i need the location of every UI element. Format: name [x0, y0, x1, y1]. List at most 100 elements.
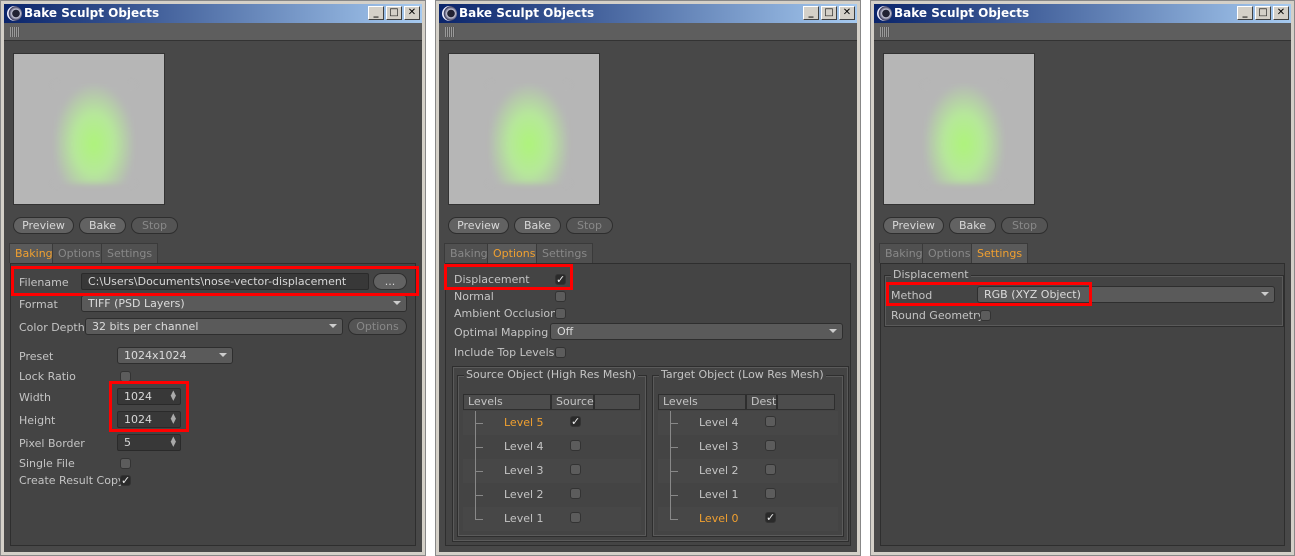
- tab-settings[interactable]: Settings: [101, 243, 159, 263]
- options-button[interactable]: Options: [348, 318, 407, 335]
- level-label: Level 1: [504, 512, 544, 525]
- dest-checkbox[interactable]: [765, 488, 776, 499]
- format-dropdown[interactable]: TIFF (PSD Layers): [81, 295, 407, 312]
- window-title: Bake Sculpt Objects: [459, 6, 595, 20]
- highlight-box: [11, 266, 419, 296]
- tab-settings[interactable]: Settings: [971, 243, 1029, 263]
- round-geometry-checkbox[interactable]: [980, 310, 991, 321]
- bake-preview-image: [13, 53, 165, 205]
- preset-label: Preset: [19, 350, 54, 363]
- optimal-mapping-dropdown[interactable]: Off: [550, 323, 843, 340]
- level-label: Level 1: [699, 488, 739, 501]
- source-checkbox[interactable]: [570, 464, 581, 475]
- stop-button[interactable]: Stop: [131, 217, 178, 234]
- title-bar[interactable]: Bake Sculpt Objects _ □ ✕: [874, 4, 1291, 23]
- include-top-levels-checkbox[interactable]: [555, 347, 566, 358]
- optimal-mapping-value: Off: [557, 325, 574, 338]
- maximize-button[interactable]: □: [1255, 6, 1271, 20]
- close-button[interactable]: ✕: [839, 6, 855, 20]
- create-result-copy-label: Create Result Copy: [19, 474, 125, 487]
- preset-value: 1024x1024: [124, 349, 187, 362]
- pixel-border-label: Pixel Border: [19, 437, 85, 450]
- source-checkbox[interactable]: [570, 488, 581, 499]
- bake-button[interactable]: Bake: [949, 217, 996, 234]
- create-result-copy-checkbox[interactable]: ✓: [120, 475, 131, 486]
- window-title: Bake Sculpt Objects: [24, 6, 160, 20]
- maximize-button[interactable]: □: [821, 6, 837, 20]
- source-column-header[interactable]: Source: [551, 394, 594, 410]
- highlight-box: [444, 264, 573, 290]
- stop-button[interactable]: Stop: [1001, 217, 1048, 234]
- normal-label: Normal: [454, 290, 494, 303]
- bake-preview-image: [883, 53, 1035, 205]
- level-row[interactable]: Level 3: [463, 459, 641, 483]
- color-depth-dropdown[interactable]: 32 bits per channel: [85, 318, 343, 335]
- preview-button[interactable]: Preview: [883, 217, 944, 234]
- bake-button[interactable]: Bake: [79, 217, 126, 234]
- dest-checkbox[interactable]: [765, 440, 776, 451]
- bake-window-baking: Bake Sculpt Objects _ □ ✕ Preview Bake Sto…: [0, 0, 426, 556]
- source-object-group: Source Object (High Res Mesh) Levels Sou…: [457, 368, 647, 537]
- tab-options[interactable]: Options: [922, 243, 977, 263]
- dest-checkbox[interactable]: [765, 416, 776, 427]
- chevron-down-icon: [829, 329, 837, 333]
- target-object-title: Target Object (Low Res Mesh): [659, 368, 826, 381]
- grip-icon[interactable]: [880, 27, 890, 37]
- format-label: Format: [19, 298, 58, 311]
- source-object-title: Source Object (High Res Mesh): [464, 368, 639, 381]
- window-title: Bake Sculpt Objects: [894, 6, 1030, 20]
- levels-column-header[interactable]: Levels: [658, 394, 746, 410]
- chevron-down-icon: [393, 301, 401, 305]
- level-row[interactable]: Level 5 ✓: [463, 411, 641, 435]
- close-button[interactable]: ✕: [404, 6, 420, 20]
- pixel-border-input[interactable]: 5 ▲ ▼: [117, 434, 181, 451]
- tab-settings[interactable]: Settings: [536, 243, 594, 263]
- source-checkbox[interactable]: [570, 512, 581, 523]
- chevron-down-icon: [1261, 292, 1269, 296]
- single-file-checkbox[interactable]: [120, 458, 131, 469]
- chevron-down-icon: [219, 353, 227, 357]
- normal-checkbox[interactable]: [555, 291, 566, 302]
- format-value: TIFF (PSD Layers): [88, 297, 185, 310]
- level-row[interactable]: Level 4: [658, 411, 838, 435]
- level-row[interactable]: Level 1: [463, 507, 641, 531]
- tab-options[interactable]: Options: [487, 243, 542, 263]
- minimize-button[interactable]: _: [368, 6, 384, 20]
- dest-checkbox[interactable]: [765, 464, 776, 475]
- level-row[interactable]: Level 3: [658, 435, 838, 459]
- stop-button[interactable]: Stop: [566, 217, 613, 234]
- level-row[interactable]: Level 2: [658, 459, 838, 483]
- tab-options[interactable]: Options: [52, 243, 107, 263]
- level-row[interactable]: Level 0 ✓: [658, 507, 838, 531]
- preview-button[interactable]: Preview: [448, 217, 509, 234]
- title-bar[interactable]: Bake Sculpt Objects _ □ ✕: [4, 4, 422, 23]
- optimal-mapping-label: Optimal Mapping: [454, 326, 549, 339]
- close-button[interactable]: ✕: [1273, 6, 1289, 20]
- bake-window-settings: Bake Sculpt Objects _ □ ✕ Preview Bake Sto…: [870, 0, 1295, 556]
- target-object-group: Target Object (Low Res Mesh) Levels Dest…: [652, 368, 844, 537]
- level-label: Level 4: [699, 416, 739, 429]
- preset-dropdown[interactable]: 1024x1024: [117, 347, 233, 364]
- level-row[interactable]: Level 1: [658, 483, 838, 507]
- level-row[interactable]: Level 2: [463, 483, 641, 507]
- bake-button[interactable]: Bake: [514, 217, 561, 234]
- dest-checkbox[interactable]: ✓: [765, 512, 776, 523]
- grip-icon[interactable]: [445, 27, 455, 37]
- level-label: Level 5: [504, 416, 544, 429]
- maximize-button[interactable]: □: [386, 6, 402, 20]
- level-row[interactable]: Level 4: [463, 435, 641, 459]
- source-checkbox[interactable]: [570, 440, 581, 451]
- preview-button[interactable]: Preview: [13, 217, 74, 234]
- minimize-button[interactable]: _: [1237, 6, 1253, 20]
- grip-icon[interactable]: [10, 27, 20, 37]
- source-checkbox[interactable]: ✓: [570, 416, 581, 427]
- include-top-levels-label: Include Top Levels: [454, 346, 555, 359]
- level-label: Level 2: [699, 464, 739, 477]
- level-label: Level 3: [699, 440, 739, 453]
- minimize-button[interactable]: _: [803, 6, 819, 20]
- ambient-occlusion-checkbox[interactable]: [555, 308, 566, 319]
- title-bar[interactable]: Bake Sculpt Objects _ □ ✕: [439, 4, 857, 23]
- dest-column-header[interactable]: Dest: [746, 394, 777, 410]
- spinner-icon[interactable]: ▲ ▼: [171, 436, 176, 448]
- levels-column-header[interactable]: Levels: [463, 394, 551, 410]
